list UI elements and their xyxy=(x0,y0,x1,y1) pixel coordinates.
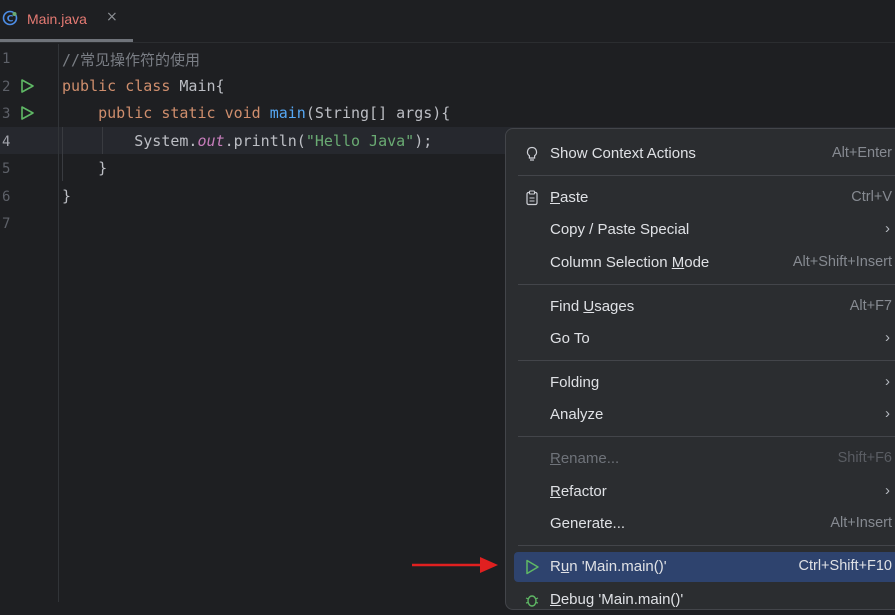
line-number: 5 xyxy=(2,161,11,177)
menu-item-go-to[interactable]: Go To › xyxy=(514,324,895,354)
code-token: class xyxy=(125,76,171,95)
code-token: (String[] args){ xyxy=(305,104,451,122)
code-line[interactable]: System.out.println("Hello Java"); xyxy=(62,132,432,150)
menu-item-run-main[interactable]: Run 'Main.main()' Ctrl+Shift+F10 xyxy=(514,552,895,582)
menu-label: Paste xyxy=(550,189,589,206)
debug-icon xyxy=(525,595,539,607)
run-gutter-icon[interactable] xyxy=(20,79,34,93)
clipboard-icon xyxy=(526,190,538,206)
menu-shortcut: Ctrl+Shift+F10 xyxy=(798,558,893,574)
editor-tab-bar: C Main.java × xyxy=(0,0,895,43)
chevron-right-icon: › xyxy=(885,220,890,237)
code-token: //常见操作符的使用 xyxy=(62,51,201,69)
menu-item-show-context-actions[interactable]: Show Context Actions Alt+Enter xyxy=(514,139,895,169)
line-number: 7 xyxy=(2,216,11,232)
code-line[interactable]: } xyxy=(62,187,71,205)
line-number: 2 xyxy=(2,78,11,95)
menu-label: Go To xyxy=(550,330,590,347)
menu-separator xyxy=(518,284,895,285)
menu-shortcut: Shift+F6 xyxy=(837,450,892,466)
menu-label: Find Usages xyxy=(550,298,635,315)
line-number: 6 xyxy=(2,188,11,205)
menu-shortcut: Alt+F7 xyxy=(849,298,892,314)
tab-active-indicator xyxy=(0,39,133,42)
line-number: 1 xyxy=(2,51,11,67)
menu-label: Folding xyxy=(550,374,600,391)
annotation-arrow-icon xyxy=(412,557,498,573)
menu-shortcut: Alt+Shift+Insert xyxy=(792,254,892,270)
svg-text:C: C xyxy=(7,15,14,25)
menu-shortcut: Alt+Enter xyxy=(831,145,892,161)
code-token: System. xyxy=(62,131,198,150)
java-class-icon: C xyxy=(2,10,18,26)
menu-item-find-usages[interactable]: Find Usages Alt+F7 xyxy=(514,292,895,322)
code-token: static xyxy=(161,104,216,122)
menu-shortcut: Ctrl+V xyxy=(851,189,892,205)
code-token: } xyxy=(62,186,72,205)
line-number: 4 xyxy=(2,133,11,150)
menu-item-debug-main[interactable]: Debug 'Main.main()' xyxy=(514,585,895,615)
code-line[interactable]: public class Main{ xyxy=(62,77,225,95)
line-number: 3 xyxy=(2,106,11,122)
menu-separator xyxy=(518,436,895,437)
menu-separator xyxy=(518,545,895,546)
menu-label: Copy / Paste Special xyxy=(550,221,690,238)
code-line[interactable]: public static void main(String[] args){ xyxy=(62,104,450,122)
menu-item-analyze[interactable]: Analyze › xyxy=(514,400,895,430)
chevron-right-icon: › xyxy=(885,329,890,346)
menu-item-rename: Rename... Shift+F6 xyxy=(514,444,895,474)
code-token: ); xyxy=(414,131,433,150)
code-line[interactable]: } xyxy=(62,159,107,177)
code-token: Main{ xyxy=(170,76,225,95)
chevron-right-icon: › xyxy=(885,405,890,422)
close-icon[interactable]: × xyxy=(106,9,118,25)
menu-label: Column Selection Mode xyxy=(550,254,710,271)
code-token: public xyxy=(62,76,117,95)
code-line[interactable]: //常见操作符的使用 xyxy=(62,49,200,70)
tab-filename: Main.java xyxy=(27,11,87,27)
menu-item-folding[interactable]: Folding › xyxy=(514,368,895,398)
code-token: public xyxy=(98,104,153,122)
menu-label: Debug 'Main.main()' xyxy=(550,591,684,608)
menu-shortcut: Alt+Insert xyxy=(830,515,892,531)
menu-item-copy-paste-special[interactable]: Copy / Paste Special › xyxy=(514,215,895,245)
lightbulb-icon xyxy=(526,146,538,161)
gutter xyxy=(0,44,59,602)
code-token: } xyxy=(62,159,108,177)
tab-main-java[interactable]: C Main.java × xyxy=(0,0,133,42)
menu-item-refactor[interactable]: Refactor › xyxy=(514,477,895,507)
chevron-right-icon: › xyxy=(885,373,890,390)
run-gutter-icon[interactable] xyxy=(20,106,34,120)
code-token: out xyxy=(197,131,225,150)
editor-context-menu: Show Context Actions Alt+Enter Paste Ctr… xyxy=(505,128,895,610)
menu-item-paste[interactable]: Paste Ctrl+V xyxy=(514,183,895,213)
chevron-right-icon: › xyxy=(885,482,890,499)
code-token: "Hello Java" xyxy=(305,131,415,150)
menu-separator xyxy=(518,360,895,361)
menu-item-column-selection-mode[interactable]: Column Selection Mode Alt+Shift+Insert xyxy=(514,248,895,278)
menu-item-generate[interactable]: Generate... Alt+Insert xyxy=(514,509,895,539)
menu-label: Run 'Main.main()' xyxy=(550,558,667,575)
menu-label: Refactor xyxy=(550,483,607,500)
menu-separator xyxy=(518,175,895,176)
menu-label: Analyze xyxy=(550,406,604,423)
code-token: main xyxy=(269,104,306,122)
menu-label: Rename... xyxy=(550,450,620,467)
menu-label: Generate... xyxy=(550,515,626,532)
menu-label: Show Context Actions xyxy=(550,145,696,162)
run-icon xyxy=(526,559,539,575)
code-token: void xyxy=(224,104,261,122)
code-token: .println( xyxy=(224,131,306,150)
